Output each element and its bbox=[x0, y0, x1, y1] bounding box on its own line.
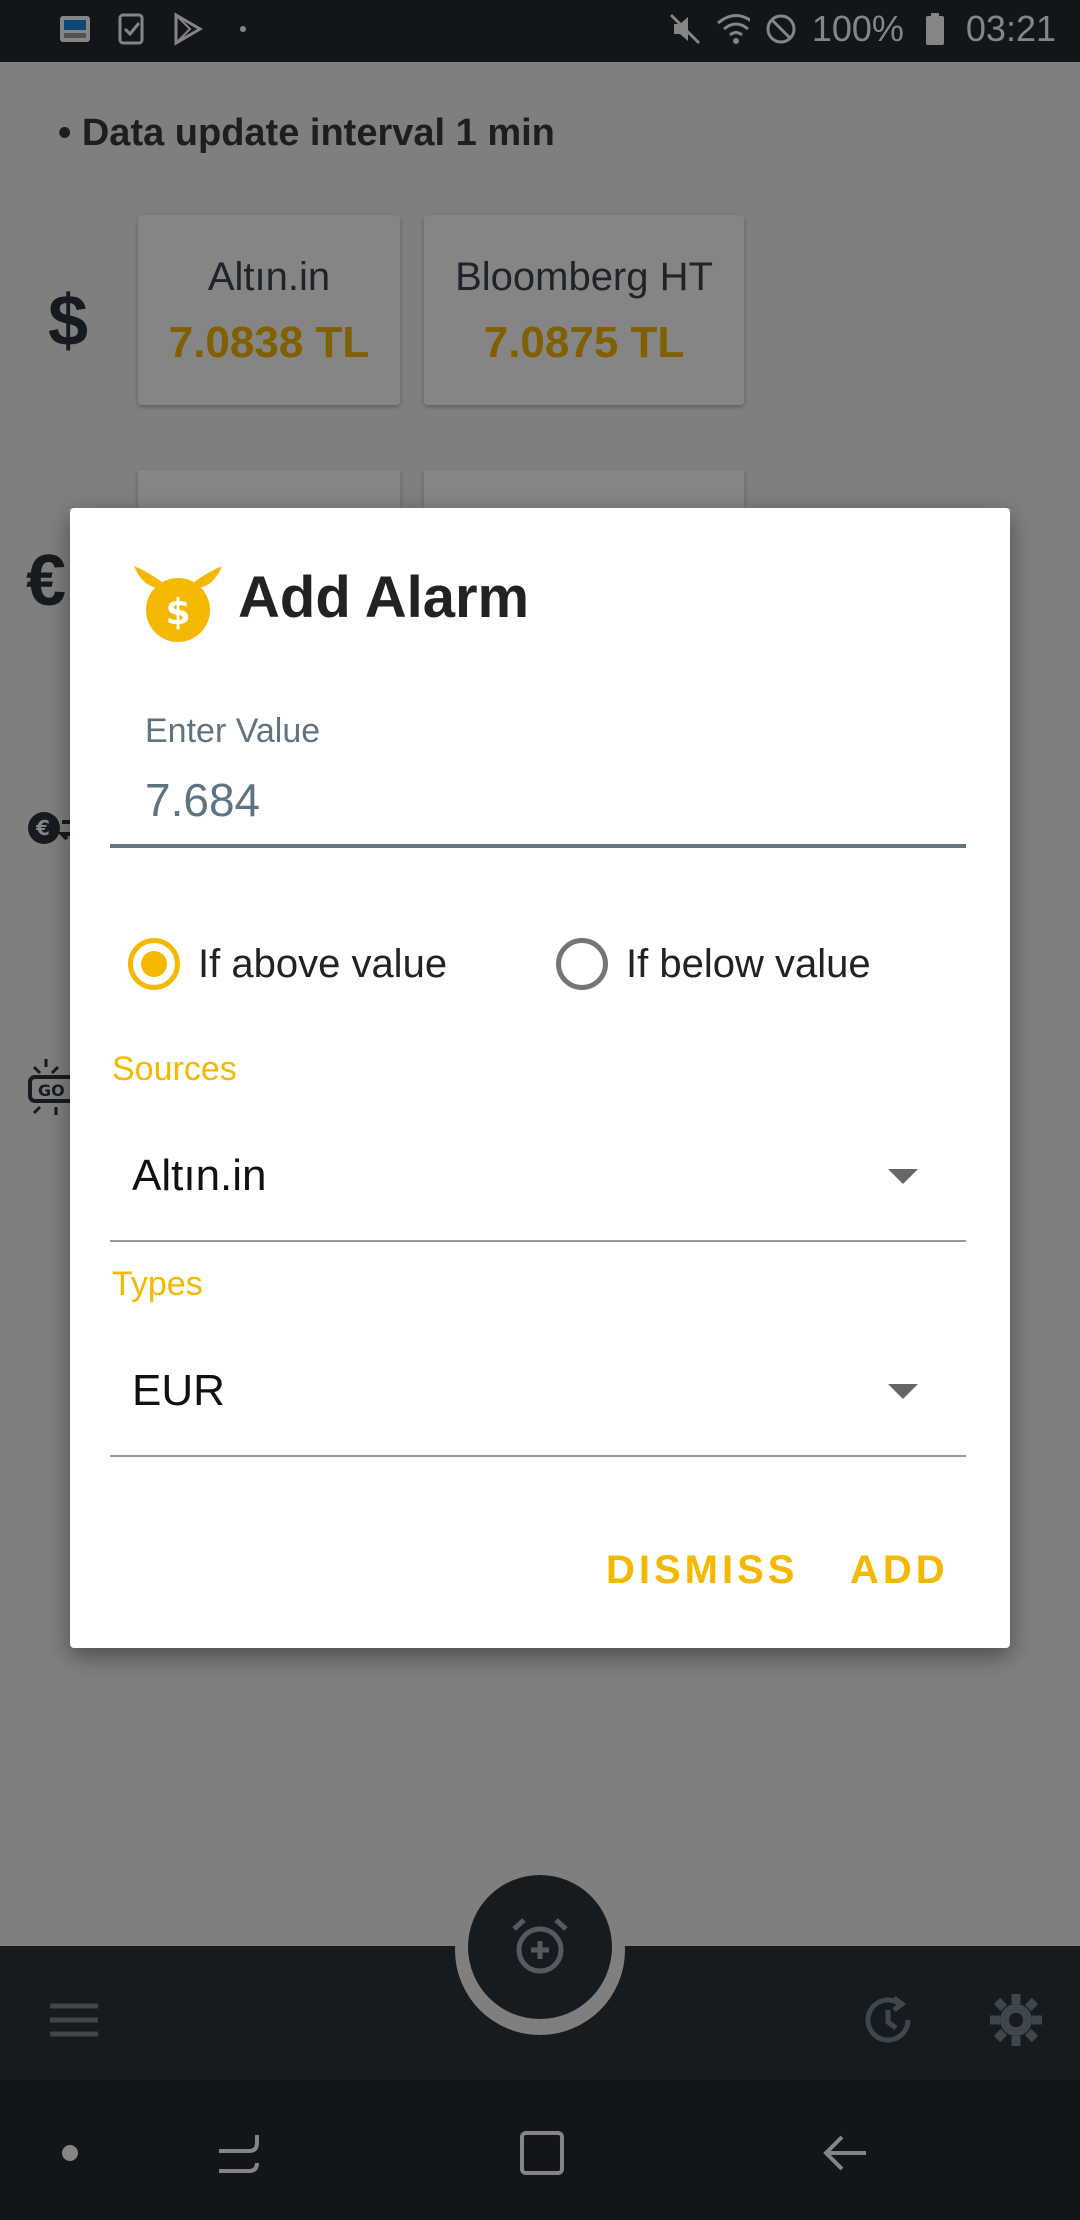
types-label: Types bbox=[112, 1265, 203, 1303]
svg-text:$: $ bbox=[165, 592, 190, 633]
radio-unselected-icon bbox=[556, 938, 608, 990]
chevron-down-icon bbox=[888, 1168, 918, 1184]
radio-below-value[interactable]: If below value bbox=[556, 938, 871, 990]
radio-selected-icon bbox=[128, 938, 180, 990]
value-input[interactable] bbox=[110, 756, 966, 848]
dialog-title: Add Alarm bbox=[238, 565, 530, 630]
add-alarm-dialog: $ Add Alarm Enter Value If above value I… bbox=[70, 508, 1010, 1648]
add-button[interactable]: ADD bbox=[850, 1548, 949, 1593]
radio-above-label: If above value bbox=[198, 941, 448, 986]
radio-above-value[interactable]: If above value bbox=[128, 938, 447, 990]
money-wings-icon: $ bbox=[134, 566, 222, 642]
radio-below-label: If below value bbox=[626, 941, 871, 986]
sources-selected-value: Altın.in bbox=[132, 1151, 267, 1200]
chevron-down-icon bbox=[888, 1383, 918, 1399]
sources-label: Sources bbox=[112, 1050, 237, 1088]
value-field-label: Enter Value bbox=[145, 712, 321, 750]
types-selected-value: EUR bbox=[132, 1366, 225, 1415]
dismiss-button[interactable]: DISMISS bbox=[606, 1548, 798, 1593]
sources-dropdown[interactable]: Altın.in bbox=[110, 1112, 966, 1242]
types-dropdown[interactable]: EUR bbox=[110, 1327, 966, 1457]
